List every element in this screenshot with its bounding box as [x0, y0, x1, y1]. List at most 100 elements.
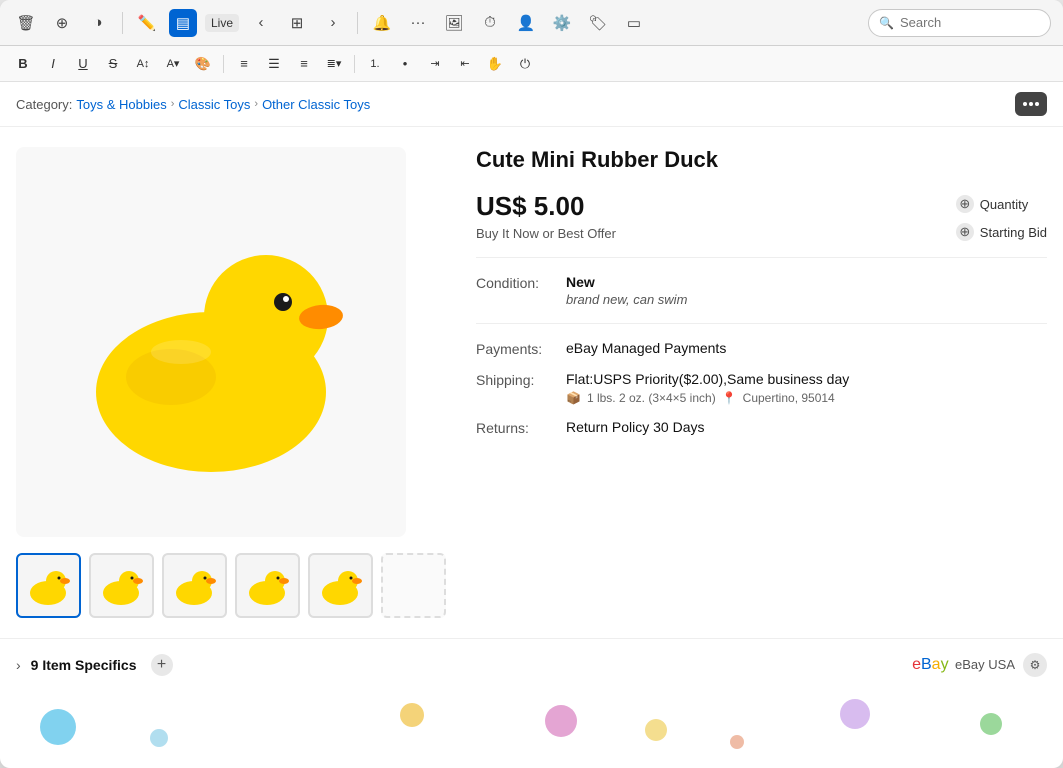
add-panel-icon[interactable]: ⊕: [48, 9, 76, 37]
decorative-dot: [545, 705, 577, 737]
condition-name: New: [566, 274, 1047, 290]
decorative-dot: [40, 709, 76, 745]
content-area: Category: Toys & Hobbies › Classic Toys …: [0, 82, 1063, 768]
condition-note: brand new, can swim: [566, 292, 1047, 307]
thumb-duck-2: [99, 563, 144, 608]
quantity-plus-icon[interactable]: ⊕: [956, 195, 974, 213]
power-button[interactable]: ⏻: [512, 51, 538, 77]
pen-icon[interactable]: ✏️: [133, 9, 161, 37]
condition-value: New brand new, can swim: [566, 274, 1047, 307]
divider-2: [476, 323, 1047, 324]
trash-icon[interactable]: 🗑: [12, 9, 40, 37]
grid-icon[interactable]: ⊞: [283, 9, 311, 37]
price-note: Buy It Now or Best Offer: [476, 226, 616, 241]
bold-button[interactable]: B: [10, 51, 36, 77]
add-specific-button[interactable]: +: [151, 654, 173, 676]
decorative-dot: [400, 703, 424, 727]
price-row: US$ 5.00 Buy It Now or Best Offer ⊕ Quan…: [476, 191, 1047, 241]
thumb-duck-5: [318, 563, 363, 608]
underline-button[interactable]: U: [70, 51, 96, 77]
unordered-list-button[interactable]: •: [392, 51, 418, 77]
next-icon[interactable]: ›: [319, 9, 347, 37]
condition-row: Condition: New brand new, can swim: [476, 274, 1047, 307]
layout-icon[interactable]: ▤: [169, 9, 197, 37]
timer-icon[interactable]: ⏱: [476, 9, 504, 37]
main-toolbar: 🗑 ⊕ ◑ ✏️ ▤ Live ‹ ⊞ › 🔔 ··· 🖼 ⏱ 👤 ⚙️ 🏷 ▭…: [0, 0, 1063, 46]
returns-row: Returns: Return Policy 30 Days: [476, 419, 1047, 436]
specifics-chevron[interactable]: ›: [16, 657, 21, 673]
decorative-dot: [150, 729, 168, 747]
outdent-button[interactable]: ⇤: [452, 51, 478, 77]
align-center-button[interactable]: ☰: [261, 51, 287, 77]
thumbnail-4[interactable]: [235, 553, 300, 618]
align-right-button[interactable]: ≡: [291, 51, 317, 77]
sidebar-icon[interactable]: ▭: [620, 9, 648, 37]
item-specifics-toggle[interactable]: 9 Item Specifics: [31, 657, 137, 673]
font-size-button[interactable]: A↕: [130, 51, 156, 77]
item-specifics-bar: › 9 Item Specifics + eBay eBay USA ⚙: [0, 638, 1063, 691]
divider-1: [476, 257, 1047, 258]
strikethrough-button[interactable]: S: [100, 51, 126, 77]
ebay-settings-icon[interactable]: ⚙: [1023, 653, 1047, 677]
ebay-badge: eBay eBay USA ⚙: [912, 653, 1047, 677]
decorative-dot: [645, 719, 667, 741]
gear-icon[interactable]: ⚙️: [548, 9, 576, 37]
box-icon: 📦: [566, 391, 581, 405]
payments-row: Payments: eBay Managed Payments: [476, 340, 1047, 357]
price-col: US$ 5.00 Buy It Now or Best Offer: [476, 191, 616, 241]
specifics-label: 9 Item Specifics: [31, 657, 137, 673]
align-left-button[interactable]: ≡: [231, 51, 257, 77]
thumbnail-3[interactable]: [162, 553, 227, 618]
shipping-label: Shipping:: [476, 371, 566, 388]
breadcrumb-item-0[interactable]: Toys & Hobbies: [76, 97, 166, 112]
options-col: ⊕ Quantity ⊕ Starting Bid: [956, 195, 1047, 241]
format-toolbar: B I U S A↕ A▾ 🎨 ≡ ☰ ≡ ≣▾ 1. • ⇥ ⇤ ✋ ⏻: [0, 46, 1063, 82]
starting-bid-option[interactable]: ⊕ Starting Bid: [956, 223, 1047, 241]
tag-icon[interactable]: 🏷: [584, 9, 612, 37]
thumb-duck-4: [245, 563, 290, 608]
person-icon[interactable]: 👤: [512, 9, 540, 37]
pin-icon: 📍: [722, 391, 737, 405]
ebay-e: e: [912, 656, 921, 673]
payments-label: Payments:: [476, 340, 566, 357]
live-badge: Live: [205, 14, 239, 32]
bell-icon[interactable]: 🔔: [368, 9, 396, 37]
more-icon[interactable]: ···: [404, 9, 432, 37]
more-dot-2: [1029, 102, 1033, 106]
more-dot-3: [1035, 102, 1039, 106]
ebay-country: eBay USA: [955, 657, 1015, 672]
breadcrumb-item-1[interactable]: Classic Toys: [178, 97, 250, 112]
more-button[interactable]: [1015, 92, 1047, 116]
image-section: [16, 147, 446, 618]
image-icon[interactable]: 🖼: [440, 9, 468, 37]
thumbnail-2[interactable]: [89, 553, 154, 618]
hand-button[interactable]: ✋: [482, 51, 508, 77]
breadcrumb: Category: Toys & Hobbies › Classic Toys …: [16, 97, 370, 112]
shipping-value: Flat:USPS Priority($2.00),Same business …: [566, 371, 1047, 405]
starting-bid-plus-icon[interactable]: ⊕: [956, 223, 974, 241]
thumbnail-5[interactable]: [308, 553, 373, 618]
font-button[interactable]: A▾: [160, 51, 186, 77]
ebay-logo: eBay eBay USA: [912, 656, 1015, 674]
decorative-dot: [980, 713, 1002, 735]
quantity-option[interactable]: ⊕ Quantity: [956, 195, 1047, 213]
thumbnail-1[interactable]: [16, 553, 81, 618]
breadcrumb-sep-1: ›: [254, 98, 258, 110]
prev-icon[interactable]: ‹: [247, 9, 275, 37]
decorative-dot: [730, 735, 744, 749]
thumb-duck-1: [26, 563, 71, 608]
ordered-list-button[interactable]: 1.: [362, 51, 388, 77]
fmt-sep-2: [354, 55, 355, 73]
indent-button[interactable]: ⇥: [422, 51, 448, 77]
contrast-icon[interactable]: ◑: [84, 9, 112, 37]
breadcrumb-item-2[interactable]: Other Classic Toys: [262, 97, 370, 112]
align-justify-button[interactable]: ≣▾: [321, 51, 347, 77]
returns-label: Returns:: [476, 419, 566, 436]
shipping-weight: 1 lbs. 2 oz. (3×4×5 inch): [587, 391, 716, 405]
thumbnail-6[interactable]: [381, 553, 446, 618]
search-input[interactable]: [900, 15, 1040, 30]
fmt-sep-1: [223, 55, 224, 73]
italic-button[interactable]: I: [40, 51, 66, 77]
more-dot-1: [1023, 102, 1027, 106]
color-button[interactable]: 🎨: [190, 51, 216, 77]
